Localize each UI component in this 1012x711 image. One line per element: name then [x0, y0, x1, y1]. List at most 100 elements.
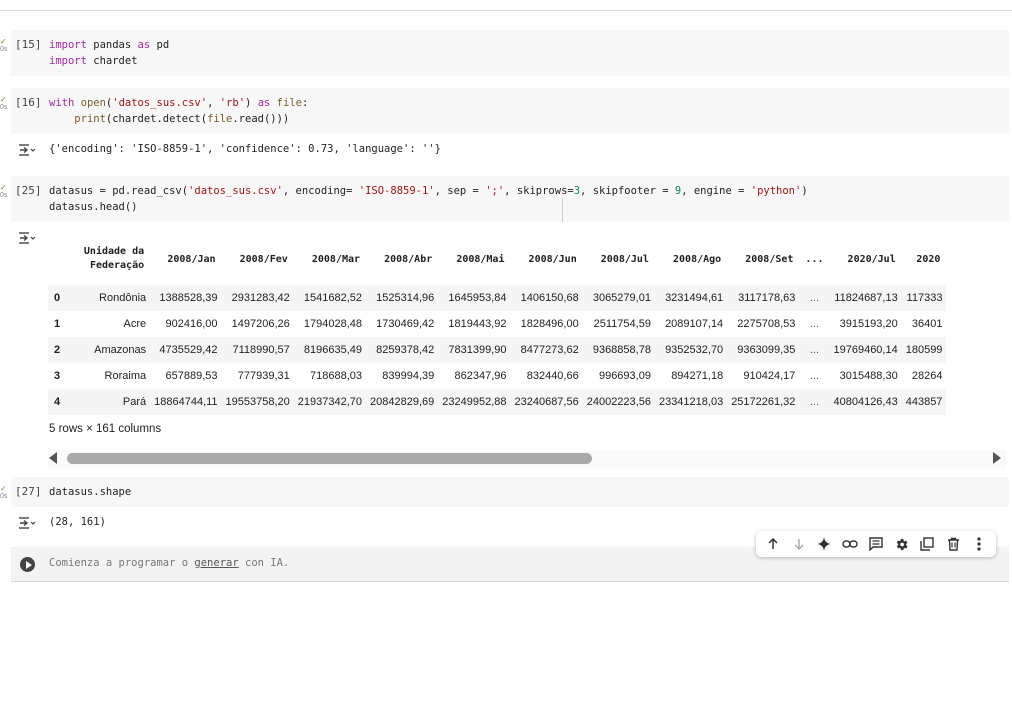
column-header: 2008/Mai: [456, 253, 505, 265]
table-cell: 4735529,42: [150, 337, 222, 363]
code-editor[interactable]: with open('datos_sus.csv', 'rb') as file…: [49, 95, 308, 127]
cell-output: (28, 161): [49, 516, 106, 528]
move-cell-down-button[interactable]: [788, 533, 810, 555]
table-cell: ...: [799, 285, 830, 311]
copy-link-button[interactable]: [839, 533, 861, 555]
generate-link[interactable]: generar: [194, 557, 238, 569]
table-cell: 1828496,00: [520, 318, 579, 330]
output-toggle-icon[interactable]: [18, 231, 36, 245]
table-cell: 832440,66: [526, 370, 579, 382]
table-cell: 3915193,20: [839, 318, 898, 330]
table-cell: 1388528,39: [150, 285, 222, 311]
table-cell: 11824687,13: [829, 285, 902, 311]
delete-cell-button[interactable]: [942, 533, 964, 555]
link-icon: [842, 540, 858, 548]
table-cell: 3015488,30: [839, 370, 898, 382]
add-comment-button[interactable]: [865, 533, 887, 555]
mirror-cell-button[interactable]: [916, 533, 938, 555]
table-cell: 23240687,56: [510, 389, 583, 415]
column-header: Unidade da Federação: [83, 246, 145, 271]
table-cell: 28264: [911, 370, 943, 382]
table-row: 3 Roraima 657889,53 777939,31 718688,03 …: [48, 363, 946, 389]
table-row: 1 Acre 902416,00 1497206,26 1794028,48 1…: [48, 311, 946, 337]
table-cell: ...: [799, 389, 830, 415]
move-cell-up-button[interactable]: [762, 533, 784, 555]
table-cell: 1645953,84: [438, 285, 511, 311]
table-cell: 862347,96: [454, 370, 507, 382]
table-cell: ...: [809, 370, 820, 382]
run-status-mark: ✓ 0s: [0, 37, 8, 54]
table-cell: 25172261,32: [727, 389, 800, 415]
table-cell: 443857: [901, 389, 947, 415]
table-cell: 18864744,11: [150, 389, 222, 415]
code-editor[interactable]: datasus.shape: [49, 484, 131, 500]
output-toggle-icon[interactable]: [18, 516, 36, 530]
table-cell: ...: [799, 337, 830, 363]
table-cell: 36401: [911, 318, 943, 330]
code-cell[interactable]: [11, 477, 1009, 507]
table-cell: Acre: [123, 318, 147, 330]
scroll-left-icon[interactable]: [49, 452, 57, 464]
code-editor[interactable]: import pandas as pd import chardet: [49, 37, 169, 69]
table-cell: 839994,39: [382, 370, 435, 382]
table-cell: 2275708,53: [737, 318, 796, 330]
table-cell: 19553758,20: [221, 389, 294, 415]
table-cell: 3065279,01: [582, 285, 655, 311]
execution-count: [15]: [15, 38, 42, 51]
table-cell: 8259378,42: [366, 337, 439, 363]
run-status-mark: ✓ 0s: [0, 484, 8, 501]
scrollbar-thumb[interactable]: [67, 453, 592, 464]
more-actions-button[interactable]: [968, 533, 990, 555]
table-cell: 1794028,48: [303, 318, 363, 330]
gemini-button[interactable]: [813, 533, 835, 555]
text-cursor: [562, 198, 563, 222]
table-cell: Pará: [68, 389, 151, 415]
run-cell-button[interactable]: [20, 557, 35, 572]
run-status-mark: ✓ 0s: [0, 95, 8, 112]
table-cell: 9368858,78: [582, 337, 655, 363]
table-cell: 902416,00: [165, 318, 218, 330]
table-cell: 19769460,14: [829, 337, 902, 363]
table-cell: 1497206,26: [231, 318, 290, 330]
table-cell: 2511754,59: [593, 318, 651, 330]
table-row: 4 Pará 18864744,11 19553758,20 21937342,…: [48, 389, 947, 415]
table-row: 0 Rondônia 1388528,39 2931283,42 1541682…: [48, 285, 947, 311]
table-cell: 910424,17: [743, 370, 796, 382]
cell-placeholder[interactable]: Comienza a programar o generar con IA.: [49, 557, 289, 569]
column-header: 2008/Abr: [384, 253, 433, 265]
row-index: 2: [48, 337, 69, 363]
execution-count: [16]: [15, 96, 42, 109]
table-cell: ...: [809, 318, 820, 330]
execution-count: [25]: [15, 184, 42, 197]
trash-icon: [947, 537, 959, 551]
code-editor[interactable]: datasus = pd.read_csv('datos_sus.csv', e…: [49, 183, 808, 215]
column-header: 2008/Jan: [167, 253, 216, 265]
table-cell: 7118990,57: [221, 337, 294, 363]
table-cell: 894271,18: [671, 370, 724, 382]
table-cell: 8477273,62: [510, 337, 583, 363]
arrow-up-icon: [768, 537, 778, 549]
column-header: 2008/Mar: [311, 253, 361, 265]
more-vert-icon: [977, 537, 981, 551]
table-cell: 777939,31: [237, 370, 290, 382]
cell-output: {'encoding': 'ISO-8859-1', 'confidence':…: [49, 143, 441, 155]
column-header: 2008/Ago: [673, 253, 722, 265]
table-cell: Roraima: [104, 370, 147, 382]
output-toggle-icon[interactable]: [18, 143, 36, 157]
column-header: 2008/Set: [745, 253, 794, 265]
table-cell: Amazonas: [68, 337, 151, 363]
column-header: 2008/Jun: [528, 253, 577, 265]
sparkle-icon: [817, 537, 832, 551]
table-cell: 1406150,68: [510, 285, 583, 311]
table-cell: 40804126,43: [829, 389, 902, 415]
comment-icon: [869, 537, 883, 551]
cell-settings-button[interactable]: [891, 533, 913, 555]
table-cell: 180599: [901, 337, 947, 363]
table-cell: 7831399,90: [438, 337, 511, 363]
run-status-mark: ✓ 0s: [0, 183, 8, 200]
scroll-right-icon[interactable]: [993, 452, 1001, 464]
table-cell: 657889,53: [165, 370, 218, 382]
dataframe-table: Unidade da Federação 2008/Jan 2008/Fev 2…: [48, 233, 947, 415]
execution-count: [27]: [15, 485, 42, 498]
table-cell: 1525314,96: [366, 285, 439, 311]
